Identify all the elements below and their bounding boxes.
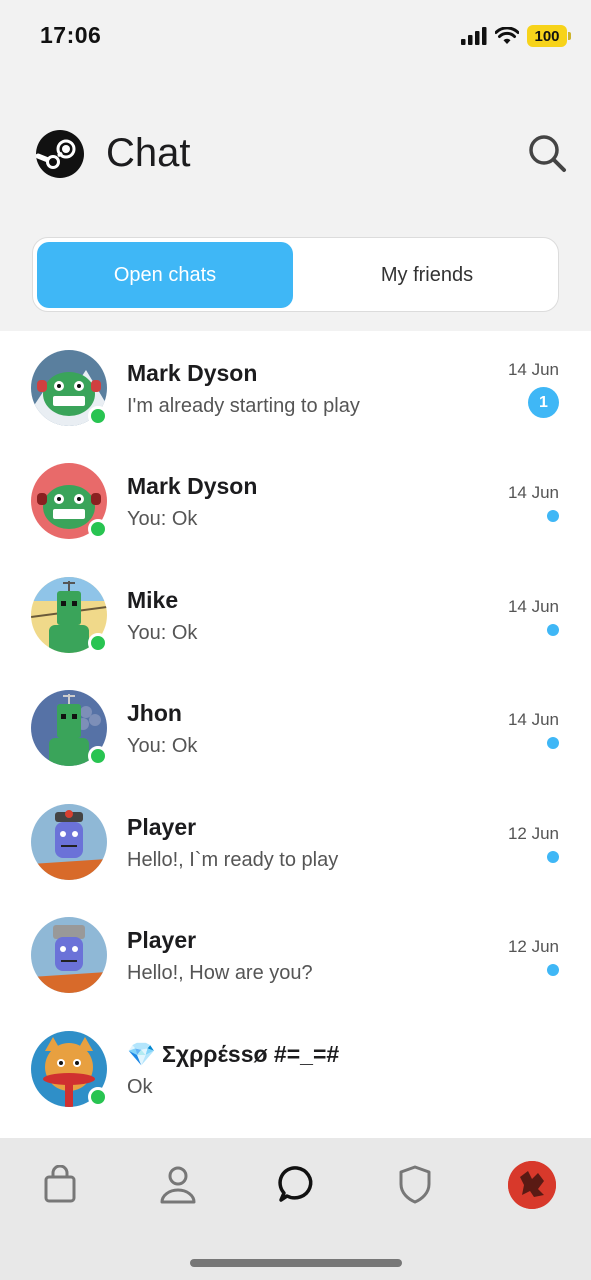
chat-name: Player xyxy=(127,814,197,840)
chat-row[interactable]: Jhon You: Ok 14 Jun xyxy=(0,678,591,791)
shop-bag-icon xyxy=(44,1165,76,1203)
unread-dot xyxy=(547,851,559,863)
chat-date: 12 Jun xyxy=(507,824,559,843)
online-indicator xyxy=(88,746,108,766)
chat-date: 14 Jun xyxy=(507,710,559,729)
shield-icon xyxy=(399,1165,431,1204)
chat-date: 12 Jun xyxy=(507,937,559,956)
status-time: 17:06 xyxy=(40,22,102,48)
avatar xyxy=(31,917,107,993)
online-indicator xyxy=(88,1087,108,1107)
page-title: Chat xyxy=(106,131,191,175)
unread-dot xyxy=(547,624,559,636)
chat-row[interactable]: Mark Dyson I'm already starting to play … xyxy=(0,338,591,451)
status-indicators: 100 xyxy=(461,24,571,48)
unread-dot xyxy=(547,737,559,749)
tab-my-friends[interactable]: My friends xyxy=(299,242,555,308)
home-indicator xyxy=(190,1259,402,1267)
tab-profile[interactable] xyxy=(154,1160,202,1208)
wifi-icon xyxy=(495,27,519,44)
user-avatar[interactable] xyxy=(508,1161,556,1209)
chat-date: 14 Jun xyxy=(507,597,559,616)
profile-icon xyxy=(160,1166,196,1204)
unread-dot xyxy=(547,510,559,522)
online-indicator xyxy=(88,406,108,426)
chat-name: Mark Dyson xyxy=(127,360,258,386)
chat-name: 💎 Σχρρέssø #=_=# xyxy=(127,1041,340,1067)
chat-row[interactable]: Player Hello!, How are you? 12 Jun xyxy=(0,905,591,1018)
chat-message: Hello!, How are you? xyxy=(127,962,313,984)
tab-open-chats[interactable]: Open chats xyxy=(37,242,293,308)
chat-bubble-icon xyxy=(278,1166,313,1202)
chat-name: Mike xyxy=(127,587,179,613)
unread-badge: 1 xyxy=(528,387,559,418)
chat-message: You: Ok xyxy=(127,508,198,530)
chat-date: 14 Jun xyxy=(507,360,559,379)
chat-name: Mark Dyson xyxy=(127,473,258,499)
chat-row[interactable]: Mark Dyson You: Ok 14 Jun xyxy=(0,451,591,564)
tab-security[interactable] xyxy=(391,1160,439,1208)
chat-name: Jhon xyxy=(127,700,182,726)
online-indicator xyxy=(88,519,108,539)
chat-row[interactable]: Player Hello!, I`m ready to play 12 Jun xyxy=(0,792,591,905)
search-button[interactable] xyxy=(526,132,568,174)
unread-dot xyxy=(547,964,559,976)
search-icon xyxy=(529,135,566,172)
chat-row[interactable]: Mike You: Ok 14 Jun xyxy=(0,565,591,678)
avatar xyxy=(31,804,107,880)
chat-message: You: Ok xyxy=(127,735,198,757)
chat-date: 14 Jun xyxy=(507,483,559,502)
signal-icon xyxy=(461,27,487,45)
chat-message: I'm already starting to play xyxy=(127,395,360,417)
chat-name: Player xyxy=(127,927,197,953)
tab-shop[interactable] xyxy=(36,1160,84,1208)
battery-indicator: 100 xyxy=(527,25,571,47)
chat-message: Hello!, I`m ready to play xyxy=(127,849,339,871)
tab-chat[interactable] xyxy=(273,1160,321,1208)
chat-message: Ok xyxy=(127,1076,153,1098)
online-indicator xyxy=(88,633,108,653)
steam-logo-icon xyxy=(35,130,84,178)
chat-message: You: Ok xyxy=(127,622,198,644)
chat-row[interactable]: 💎 Σχρρέssø #=_=# Ok xyxy=(0,1019,591,1132)
chat-segment-control: Open chats My friends xyxy=(32,237,559,312)
